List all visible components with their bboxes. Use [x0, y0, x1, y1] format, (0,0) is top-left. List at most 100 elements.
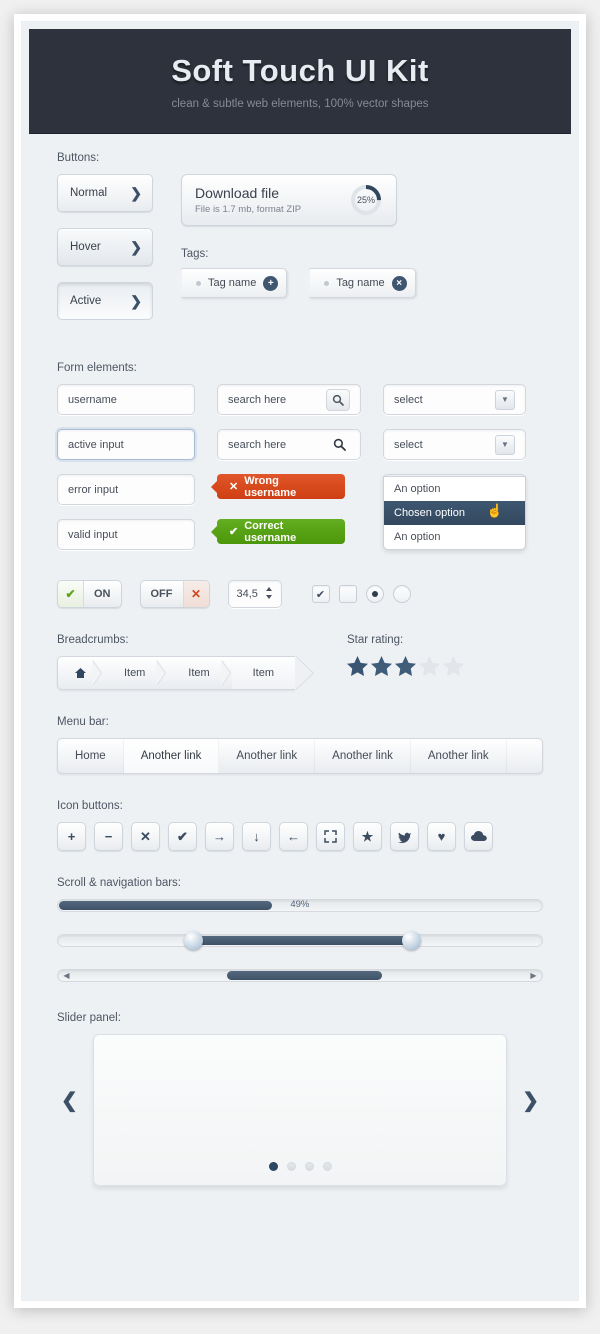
slider-dot-3[interactable] — [304, 1162, 314, 1171]
progress-bar[interactable]: 49% — [57, 899, 543, 912]
toggle-on[interactable]: ✔ ON — [57, 580, 122, 608]
slider-dot-1[interactable] — [268, 1162, 278, 1171]
download-meta: File is 1.7 mb, format ZIP — [195, 204, 302, 215]
radio-selected[interactable] — [365, 585, 384, 603]
search-icon[interactable] — [328, 438, 350, 451]
chevron-right-icon: ❯ — [130, 292, 142, 309]
select-1[interactable]: select ▼ — [383, 384, 526, 415]
dropdown-option-1[interactable]: An option — [384, 477, 525, 501]
chevron-down-icon[interactable]: ▼ — [495, 389, 515, 410]
menu-item-2[interactable]: Another link — [123, 739, 220, 773]
cloud-icon[interactable] — [464, 822, 493, 851]
tag-hole-icon — [324, 280, 330, 286]
menu-item-4[interactable]: Another link — [315, 739, 411, 773]
arrow-right-icon[interactable]: ▶ — [527, 970, 540, 981]
breadcrumb-item-3[interactable]: Item — [231, 657, 295, 689]
slider-panel — [93, 1034, 507, 1186]
range-slider[interactable] — [57, 931, 543, 950]
tag-hole-icon — [196, 280, 201, 286]
horizontal-scrollbar[interactable]: ◀ ▶ — [57, 969, 543, 982]
updown-arrows-icon[interactable] — [265, 586, 273, 603]
active-input[interactable]: active input — [57, 429, 195, 460]
success-message-text: Correct username — [244, 519, 297, 544]
radio-unselected[interactable] — [392, 585, 411, 603]
arrow-right-icon[interactable]: → — [205, 822, 234, 851]
dropdown-options-list: An option Chosen option ☝ An option — [383, 476, 526, 550]
minus-icon[interactable]: − — [94, 822, 123, 851]
tags-section-label: Tags: — [181, 248, 209, 260]
select-1-value: select — [394, 393, 423, 406]
download-progress-ring: 25% — [349, 183, 383, 217]
button-active[interactable]: Active ❯ — [57, 282, 153, 320]
menu-item-3[interactable]: Another link — [219, 739, 316, 773]
star-rating[interactable] — [347, 656, 464, 676]
select-2[interactable]: select ▼ — [383, 429, 526, 460]
number-stepper[interactable]: 34,5 — [227, 580, 282, 608]
scrollbars-section-label: Scroll & navigation bars: — [57, 877, 182, 889]
dropdown-option-chosen[interactable]: Chosen option ☝ — [384, 501, 525, 525]
tag-remove[interactable]: Tag name × — [301, 268, 416, 298]
download-file-card[interactable]: Download file File is 1.7 mb, format ZIP… — [181, 174, 397, 226]
toggles-row: ✔ ON OFF ✕ 34,5 ✔ — [57, 580, 543, 608]
range-slider-handle-right[interactable] — [401, 931, 421, 950]
star-icon-empty — [419, 656, 440, 676]
slider-dot-4[interactable] — [322, 1162, 332, 1171]
breadcrumb: Item Item Item — [57, 656, 295, 690]
dropdown-option-chosen-label: Chosen option — [394, 507, 465, 519]
dropdown-option-3[interactable]: An option — [384, 525, 525, 549]
chevron-right-icon[interactable]: ❯ — [522, 1088, 539, 1113]
search-input-value: search here — [228, 393, 287, 406]
menu-item-5[interactable]: Another link — [411, 739, 507, 773]
search-icon[interactable] — [326, 388, 350, 411]
chevron-left-icon[interactable]: ❮ — [61, 1088, 78, 1113]
menu-bar-section-label: Menu bar: — [57, 716, 109, 728]
checkbox-checked[interactable]: ✔ — [311, 585, 330, 603]
plus-icon[interactable]: + — [57, 822, 86, 851]
scrollbar-thumb[interactable] — [227, 971, 383, 980]
menu-item-home[interactable]: Home — [58, 739, 124, 773]
bird-icon[interactable] — [390, 822, 419, 851]
hand-cursor-icon: ☝ — [486, 503, 503, 518]
chevron-right-icon: ❯ — [130, 238, 142, 255]
error-message: ✕ Wrong username — [211, 474, 345, 499]
close-icon: ✕ — [182, 581, 209, 607]
valid-input[interactable]: valid input — [57, 519, 195, 550]
button-hover[interactable]: Hover ❯ — [57, 228, 153, 266]
star-icon-filled — [395, 656, 416, 676]
button-normal[interactable]: Normal ❯ — [57, 174, 153, 212]
page-frame: Soft Touch UI Kit clean & subtle web ele… — [14, 14, 586, 1308]
fullscreen-icon[interactable] — [316, 822, 345, 851]
star-icon[interactable]: ★ — [353, 822, 382, 851]
arrow-left-icon[interactable]: ← — [279, 822, 308, 851]
plus-circle-icon[interactable]: + — [263, 275, 279, 291]
toggle-off[interactable]: OFF ✕ — [139, 580, 210, 608]
tag-label: Tag name — [336, 277, 385, 289]
toggle-on-label: ON — [94, 588, 111, 600]
arrow-down-icon[interactable]: ↓ — [242, 822, 271, 851]
icon-buttons-section-label: Icon buttons: — [57, 800, 123, 812]
check-icon[interactable]: ✔ — [168, 822, 197, 851]
close-circle-icon[interactable]: × — [391, 275, 407, 291]
checkbox-unchecked[interactable] — [338, 585, 357, 603]
tag-add[interactable]: Tag name + — [172, 268, 288, 298]
search-and-messages-column: search here search here ✕ Wrong username… — [211, 384, 361, 564]
search-input-plain[interactable]: search here — [217, 429, 361, 460]
slider-dot-2[interactable] — [286, 1162, 296, 1171]
arrow-left-icon[interactable]: ◀ — [60, 970, 73, 981]
username-input[interactable]: username — [57, 384, 195, 415]
heart-icon[interactable]: ♥ — [427, 822, 456, 851]
error-input[interactable]: error input — [57, 474, 195, 505]
download-progress-label: 25% — [356, 195, 375, 205]
search-input-value: search here — [228, 438, 287, 451]
buttons-section-label: Buttons: — [57, 152, 100, 164]
error-message-text: Wrong username — [244, 474, 297, 499]
home-icon — [74, 668, 86, 678]
close-icon[interactable]: ✕ — [131, 822, 160, 851]
download-title: Download file — [195, 185, 280, 201]
search-input-with-button[interactable]: search here — [217, 384, 361, 415]
chevron-down-icon[interactable]: ▼ — [495, 434, 515, 455]
text-inputs-column: username active input error input valid … — [57, 384, 195, 564]
button-normal-label: Normal — [70, 187, 108, 199]
range-slider-handle-left[interactable] — [183, 931, 203, 950]
success-message: ✔ Correct username — [211, 519, 345, 544]
